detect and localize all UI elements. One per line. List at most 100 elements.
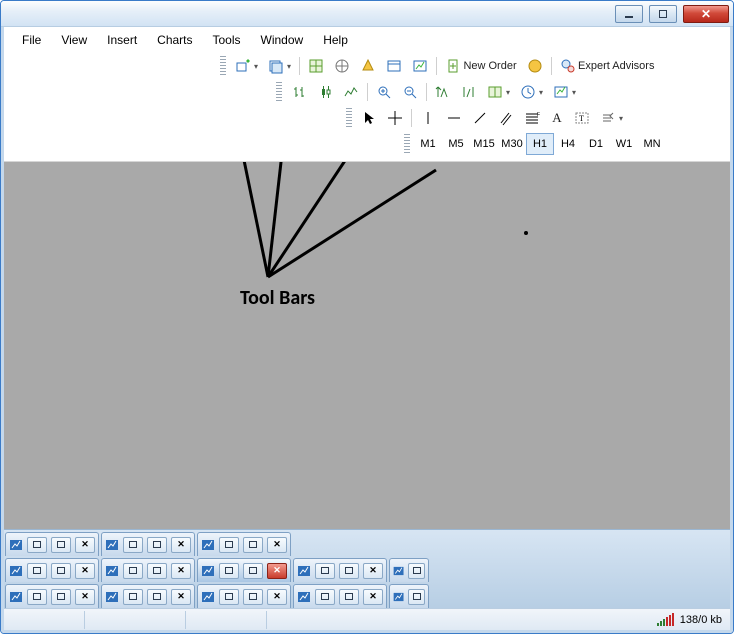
periodicity-button[interactable]: ▾	[516, 81, 547, 103]
tab-maximize-button[interactable]	[243, 537, 263, 553]
toolbar-grip[interactable]	[404, 134, 410, 154]
vertical-line-button[interactable]	[416, 107, 440, 129]
menu-window[interactable]: Window	[253, 29, 312, 51]
tab-close-button[interactable]: ✕	[363, 589, 383, 605]
terminal-toggle[interactable]	[382, 55, 406, 77]
chart-tab[interactable]: ✕	[5, 558, 99, 582]
tab-restore-button[interactable]	[219, 537, 239, 553]
timeframe-w1[interactable]: W1	[610, 133, 638, 155]
bar-chart-button[interactable]	[287, 81, 311, 103]
tab-close-button[interactable]: ✕	[75, 537, 95, 553]
new-order-button[interactable]: New Order	[441, 55, 521, 77]
chart-shift-button[interactable]	[457, 81, 481, 103]
chart-tab[interactable]: ✕	[101, 532, 195, 556]
tab-maximize-button[interactable]	[147, 537, 167, 553]
tab-close-button[interactable]: ✕	[171, 537, 191, 553]
chart-tab[interactable]: ✕	[197, 532, 291, 556]
toolbar-grip[interactable]	[346, 108, 352, 128]
tab-restore-button[interactable]	[408, 563, 425, 579]
tab-close-button[interactable]: ✕	[363, 563, 383, 579]
tab-close-button[interactable]: ✕	[267, 589, 287, 605]
menu-file[interactable]: File	[14, 29, 49, 51]
profiles-button[interactable]: ▾	[264, 55, 295, 77]
chart-tab[interactable]: ✕	[293, 584, 387, 608]
tab-restore-button[interactable]	[123, 589, 143, 605]
tab-maximize-button[interactable]	[51, 537, 71, 553]
candlestick-button[interactable]	[313, 81, 337, 103]
toolbar-grip[interactable]	[276, 82, 282, 102]
chart-tab[interactable]	[389, 558, 429, 582]
templates-button[interactable]: ▾	[549, 81, 580, 103]
zoom-in-button[interactable]	[372, 81, 396, 103]
timeframe-h1[interactable]: H1	[526, 133, 554, 155]
tab-restore-button[interactable]	[408, 589, 425, 605]
tab-maximize-button[interactable]	[243, 563, 263, 579]
crosshair-button[interactable]	[383, 107, 407, 129]
menu-help[interactable]: Help	[315, 29, 356, 51]
chart-tab-active[interactable]: ✕	[197, 558, 291, 582]
zoom-out-button[interactable]	[398, 81, 422, 103]
metaquotes-button[interactable]	[523, 55, 547, 77]
data-window-toggle[interactable]	[356, 55, 380, 77]
tab-close-button[interactable]: ✕	[267, 563, 287, 579]
chart-tab[interactable]: ✕	[293, 558, 387, 582]
window-restore-button[interactable]	[649, 5, 677, 23]
chart-tab[interactable]: ✕	[101, 558, 195, 582]
window-minimize-button[interactable]	[615, 5, 643, 23]
expert-advisors-button[interactable]: Expert Advisors	[556, 55, 658, 77]
new-chart-button[interactable]: ▾	[231, 55, 262, 77]
tab-close-button[interactable]: ✕	[171, 563, 191, 579]
timeframe-d1[interactable]: D1	[582, 133, 610, 155]
tab-maximize-button[interactable]	[51, 563, 71, 579]
tab-maximize-button[interactable]	[147, 563, 167, 579]
tab-maximize-button[interactable]	[147, 589, 167, 605]
timeframe-mn[interactable]: MN	[638, 133, 666, 155]
menu-charts[interactable]: Charts	[149, 29, 200, 51]
text-button[interactable]: A	[546, 107, 568, 129]
menu-view[interactable]: View	[53, 29, 95, 51]
tab-restore-button[interactable]	[123, 537, 143, 553]
tab-close-button[interactable]: ✕	[171, 589, 191, 605]
tab-restore-button[interactable]	[123, 563, 143, 579]
tab-maximize-button[interactable]	[339, 563, 359, 579]
chart-canvas[interactable]: Tool Bars	[4, 162, 730, 529]
toolbar-grip[interactable]	[220, 56, 226, 76]
market-watch-toggle[interactable]	[304, 55, 328, 77]
fibonacci-button[interactable]: F	[520, 107, 544, 129]
chart-tab[interactable]	[389, 584, 429, 608]
horizontal-line-button[interactable]	[442, 107, 466, 129]
tab-restore-button[interactable]	[315, 563, 335, 579]
line-chart-button[interactable]	[339, 81, 363, 103]
window-close-button[interactable]: ✕	[683, 5, 729, 23]
timeframe-m30[interactable]: M30	[498, 133, 526, 155]
tab-restore-button[interactable]	[27, 589, 47, 605]
indicators-button[interactable]: ▾	[483, 81, 514, 103]
navigator-toggle[interactable]	[330, 55, 354, 77]
strategy-tester-toggle[interactable]	[408, 55, 432, 77]
chart-tab[interactable]: ✕	[101, 584, 195, 608]
timeframe-m1[interactable]: M1	[414, 133, 442, 155]
menu-insert[interactable]: Insert	[99, 29, 145, 51]
tab-maximize-button[interactable]	[51, 589, 71, 605]
equidistant-channel-button[interactable]	[494, 107, 518, 129]
chart-tab[interactable]: ✕	[5, 584, 99, 608]
tab-maximize-button[interactable]	[339, 589, 359, 605]
tab-close-button[interactable]: ✕	[75, 589, 95, 605]
menu-tools[interactable]: Tools	[205, 29, 249, 51]
timeframe-m5[interactable]: M5	[442, 133, 470, 155]
timeframe-h4[interactable]: H4	[554, 133, 582, 155]
timeframe-m15[interactable]: M15	[470, 133, 498, 155]
tab-close-button[interactable]: ✕	[75, 563, 95, 579]
text-label-button[interactable]: T	[570, 107, 594, 129]
chart-tab[interactable]: ✕	[5, 532, 99, 556]
tab-restore-button[interactable]	[315, 589, 335, 605]
chart-tab[interactable]: ✕	[197, 584, 291, 608]
tab-restore-button[interactable]	[27, 563, 47, 579]
tab-close-button[interactable]: ✕	[267, 537, 287, 553]
trendline-button[interactable]	[468, 107, 492, 129]
tab-restore-button[interactable]	[219, 563, 239, 579]
tab-restore-button[interactable]	[219, 589, 239, 605]
cursor-button[interactable]	[357, 107, 381, 129]
auto-scroll-button[interactable]	[431, 81, 455, 103]
tab-restore-button[interactable]	[27, 537, 47, 553]
